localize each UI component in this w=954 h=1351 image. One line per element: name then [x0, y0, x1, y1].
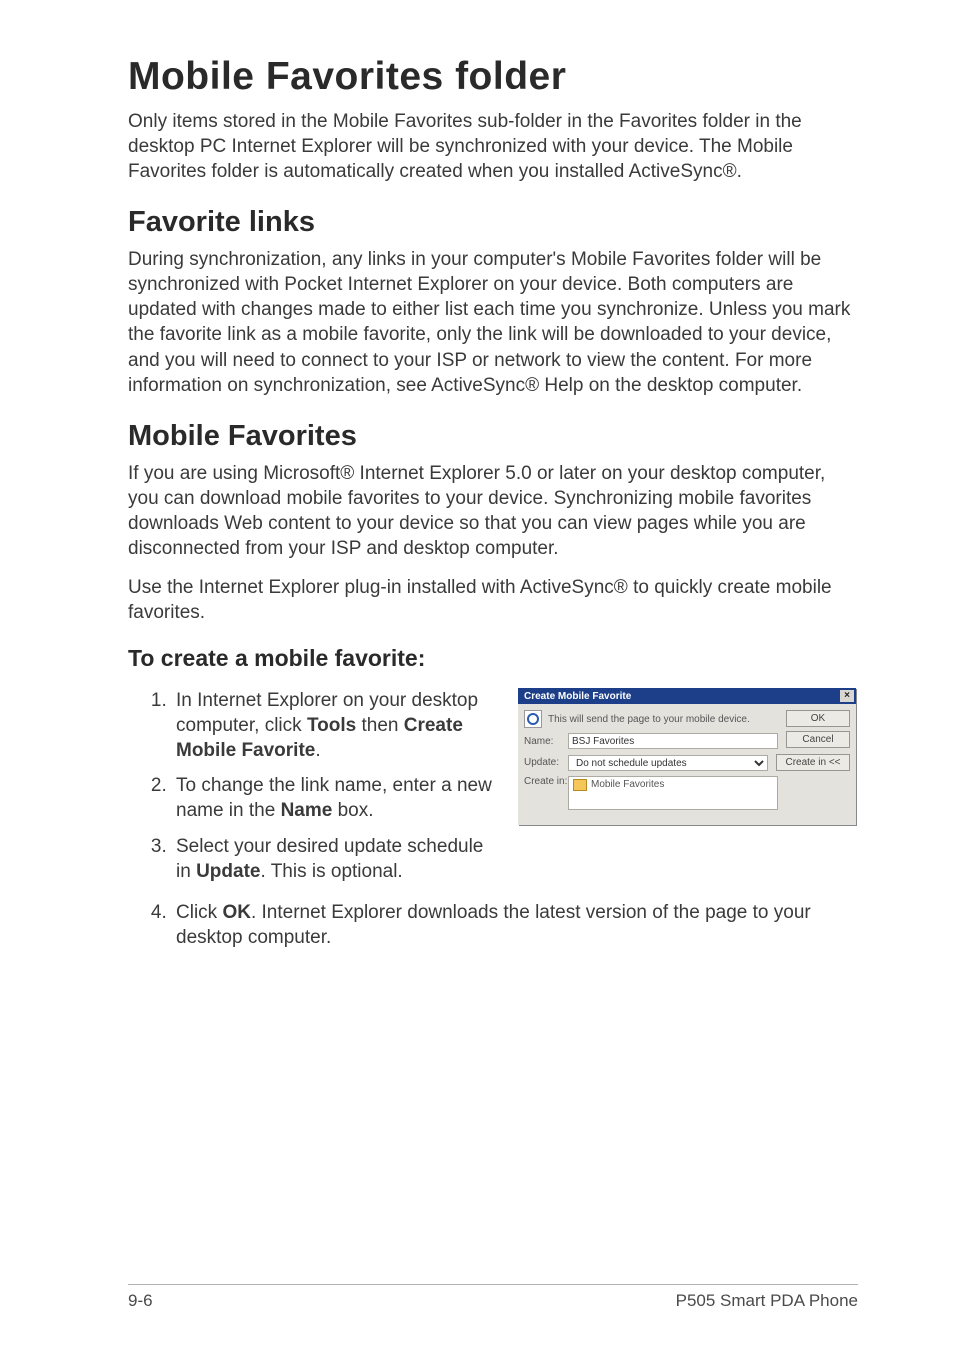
- create-mobile-favorite-dialog: Create Mobile Favorite × This will send …: [518, 688, 856, 825]
- cancel-button[interactable]: Cancel: [786, 731, 850, 748]
- update-label: Update:: [524, 757, 568, 768]
- create-in-label: Create in:: [524, 776, 568, 787]
- folder-icon: [573, 779, 587, 791]
- ok-button[interactable]: OK: [786, 710, 850, 727]
- section-heading-mobile-favorites: Mobile Favorites: [128, 420, 858, 453]
- create-in-button[interactable]: Create in <<: [776, 754, 850, 771]
- name-label: Name:: [524, 736, 568, 747]
- step-4: Click OK. Internet Explorer downloads th…: [172, 900, 858, 950]
- tree-item-label: Mobile Favorites: [591, 779, 664, 790]
- step-1: In Internet Explorer on your desktop com…: [172, 688, 502, 763]
- create-in-tree[interactable]: Mobile Favorites: [568, 776, 778, 810]
- mobile-favorites-body-2: Use the Internet Explorer plug-in instal…: [128, 575, 858, 625]
- dialog-title: Create Mobile Favorite: [524, 691, 631, 702]
- footer-device-name: P505 Smart PDA Phone: [676, 1291, 858, 1311]
- footer-page-number: 9-6: [128, 1291, 153, 1311]
- step-3: Select your desired update schedule in U…: [172, 834, 502, 884]
- ie-icon: [524, 710, 542, 728]
- section-heading-favorite-links: Favorite links: [128, 206, 858, 239]
- page-title: Mobile Favorites folder: [128, 55, 858, 99]
- favorite-links-body: During synchronization, any links in you…: [128, 247, 858, 397]
- mobile-favorites-body-1: If you are using Microsoft® Internet Exp…: [128, 461, 858, 561]
- name-field[interactable]: [568, 733, 778, 749]
- close-icon[interactable]: ×: [840, 690, 854, 702]
- update-select[interactable]: Do not schedule updates: [568, 755, 768, 771]
- subsection-heading-create-mobile-favorite: To create a mobile favorite:: [128, 645, 858, 672]
- steps-list: In Internet Explorer on your desktop com…: [128, 688, 502, 884]
- steps-list-continued: Click OK. Internet Explorer downloads th…: [128, 900, 858, 950]
- page-footer: 9-6 P505 Smart PDA Phone: [128, 1284, 858, 1311]
- dialog-description: This will send the page to your mobile d…: [548, 714, 750, 725]
- intro-paragraph: Only items stored in the Mobile Favorite…: [128, 109, 858, 184]
- step-2: To change the link name, enter a new nam…: [172, 773, 502, 823]
